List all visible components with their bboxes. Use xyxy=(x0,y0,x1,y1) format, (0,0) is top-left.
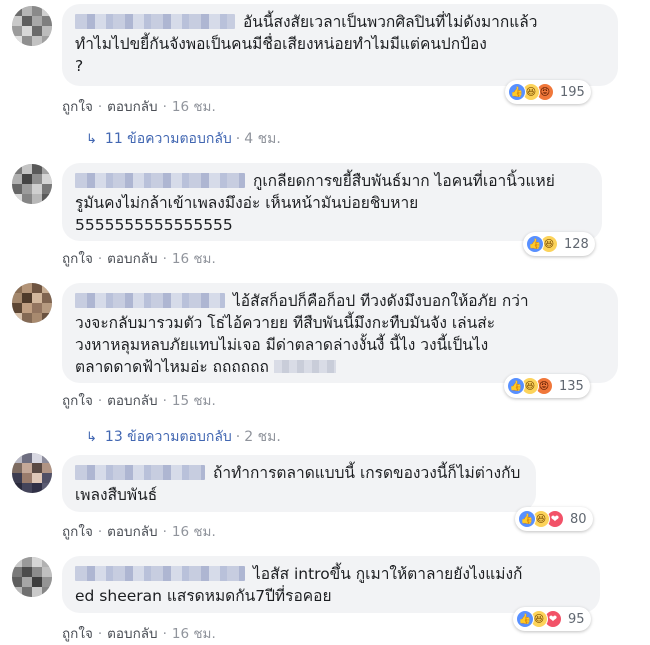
comment-text: กูเกลียดการขยี้สืบพันธ์มาก ไอคนที่เอานิ้… xyxy=(75,172,555,234)
author-name-redacted[interactable] xyxy=(75,14,235,29)
comment-text: ไอ้สัสก็อปก็คือก็อป ทีวงดังมึงบอกให้อภัย… xyxy=(75,292,529,376)
comment-actions: ถูกใจ · ตอบกลับ · 16 ชม. xyxy=(62,524,216,540)
thumbs-up-icon: 👍 xyxy=(507,377,525,395)
reply-arrow-icon: ↳ xyxy=(86,430,97,445)
view-replies-link[interactable]: ↳ 13 ข้อความตอบกลับ · 2 ชม. xyxy=(86,426,281,448)
redacted-text xyxy=(273,360,336,373)
reaction-summary[interactable]: 👍 😆 128 xyxy=(523,232,595,256)
replies-count: 13 ข้อความตอบกลับ xyxy=(104,429,232,445)
like-link[interactable]: ถูกใจ xyxy=(62,251,93,267)
reaction-summary[interactable]: 👍 😆 😡 195 xyxy=(505,80,591,104)
avatar[interactable] xyxy=(12,6,52,46)
author-name-redacted[interactable] xyxy=(75,465,205,480)
comment-text: อันนี้สงสัยเวลาเป็นพวกศิลปินที่ไม่ดังมาก… xyxy=(75,13,538,75)
comment-actions: ถูกใจ · ตอบกลับ · 16 ชม. xyxy=(62,99,216,115)
reaction-summary[interactable]: 👍 😆 ❤ 95 xyxy=(513,607,591,631)
reaction-count: 195 xyxy=(560,84,585,100)
view-replies-link[interactable]: ↳ 11 ข้อความตอบกลับ · 4 ชม. xyxy=(86,128,281,150)
replies-time: 4 ชม. xyxy=(244,131,281,147)
comment-bubble: กูเกลียดการขยี้สืบพันธ์มาก ไอคนที่เอานิ้… xyxy=(62,163,602,241)
comment-actions: ถูกใจ · ตอบกลับ · 16 ชม. xyxy=(62,251,216,267)
avatar[interactable] xyxy=(12,453,52,493)
comment-bubble: ไอสัส introขึ้น กูเมาให้ตาลายยังไงแม่งก้… xyxy=(62,556,600,613)
reply-link[interactable]: ตอบกลับ xyxy=(107,626,157,642)
timestamp[interactable]: 16 ชม. xyxy=(172,524,216,540)
thumbs-up-icon: 👍 xyxy=(508,83,526,101)
comment-bubble: อันนี้สงสัยเวลาเป็นพวกศิลปินที่ไม่ดังมาก… xyxy=(62,4,618,86)
thumbs-up-icon: 👍 xyxy=(518,510,536,528)
replies-time: 2 ชม. xyxy=(244,429,281,445)
like-link[interactable]: ถูกใจ xyxy=(62,99,93,115)
reaction-summary[interactable]: 👍 😆 😡 135 xyxy=(504,374,590,398)
replies-count: 11 ข้อความตอบกลับ xyxy=(104,131,232,147)
reaction-count: 80 xyxy=(570,511,587,527)
reply-link[interactable]: ตอบกลับ xyxy=(107,393,157,409)
avatar[interactable] xyxy=(12,283,52,323)
timestamp[interactable]: 16 ชม. xyxy=(172,99,216,115)
timestamp[interactable]: 16 ชม. xyxy=(172,251,216,267)
thumbs-up-icon: 👍 xyxy=(516,610,534,628)
thumbs-up-icon: 👍 xyxy=(526,235,544,253)
comment-text: ถ้าทำการตลาดแบบนี้ เกรดของวงนี้ก็ไม่ต่าง… xyxy=(75,464,521,504)
timestamp[interactable]: 16 ชม. xyxy=(172,626,216,642)
reaction-count: 128 xyxy=(564,236,589,252)
reply-link[interactable]: ตอบกลับ xyxy=(107,524,157,540)
avatar[interactable] xyxy=(12,557,52,597)
author-name-redacted[interactable] xyxy=(75,566,245,581)
reply-arrow-icon: ↳ xyxy=(86,132,97,147)
like-link[interactable]: ถูกใจ xyxy=(62,626,93,642)
like-link[interactable]: ถูกใจ xyxy=(62,393,93,409)
like-link[interactable]: ถูกใจ xyxy=(62,524,93,540)
author-name-redacted[interactable] xyxy=(75,293,225,308)
reply-link[interactable]: ตอบกลับ xyxy=(107,251,157,267)
comment-bubble: ไอ้สัสก็อปก็คือก็อป ทีวงดังมึงบอกให้อภัย… xyxy=(62,283,618,383)
reaction-count: 135 xyxy=(559,378,584,394)
comment-actions: ถูกใจ · ตอบกลับ · 16 ชม. xyxy=(62,626,216,642)
timestamp[interactable]: 15 ชม. xyxy=(172,393,216,409)
comment-actions: ถูกใจ · ตอบกลับ · 15 ชม. xyxy=(62,393,216,409)
comment-text: ไอสัส introขึ้น กูเมาให้ตาลายยังไงแม่งก้… xyxy=(75,565,523,605)
avatar[interactable] xyxy=(12,164,52,204)
reaction-count: 95 xyxy=(568,611,585,627)
author-name-redacted[interactable] xyxy=(75,173,245,188)
reply-link[interactable]: ตอบกลับ xyxy=(107,99,157,115)
reaction-summary[interactable]: 👍 😆 ❤ 80 xyxy=(515,507,593,531)
comment-bubble: ถ้าทำการตลาดแบบนี้ เกรดของวงนี้ก็ไม่ต่าง… xyxy=(62,455,536,512)
